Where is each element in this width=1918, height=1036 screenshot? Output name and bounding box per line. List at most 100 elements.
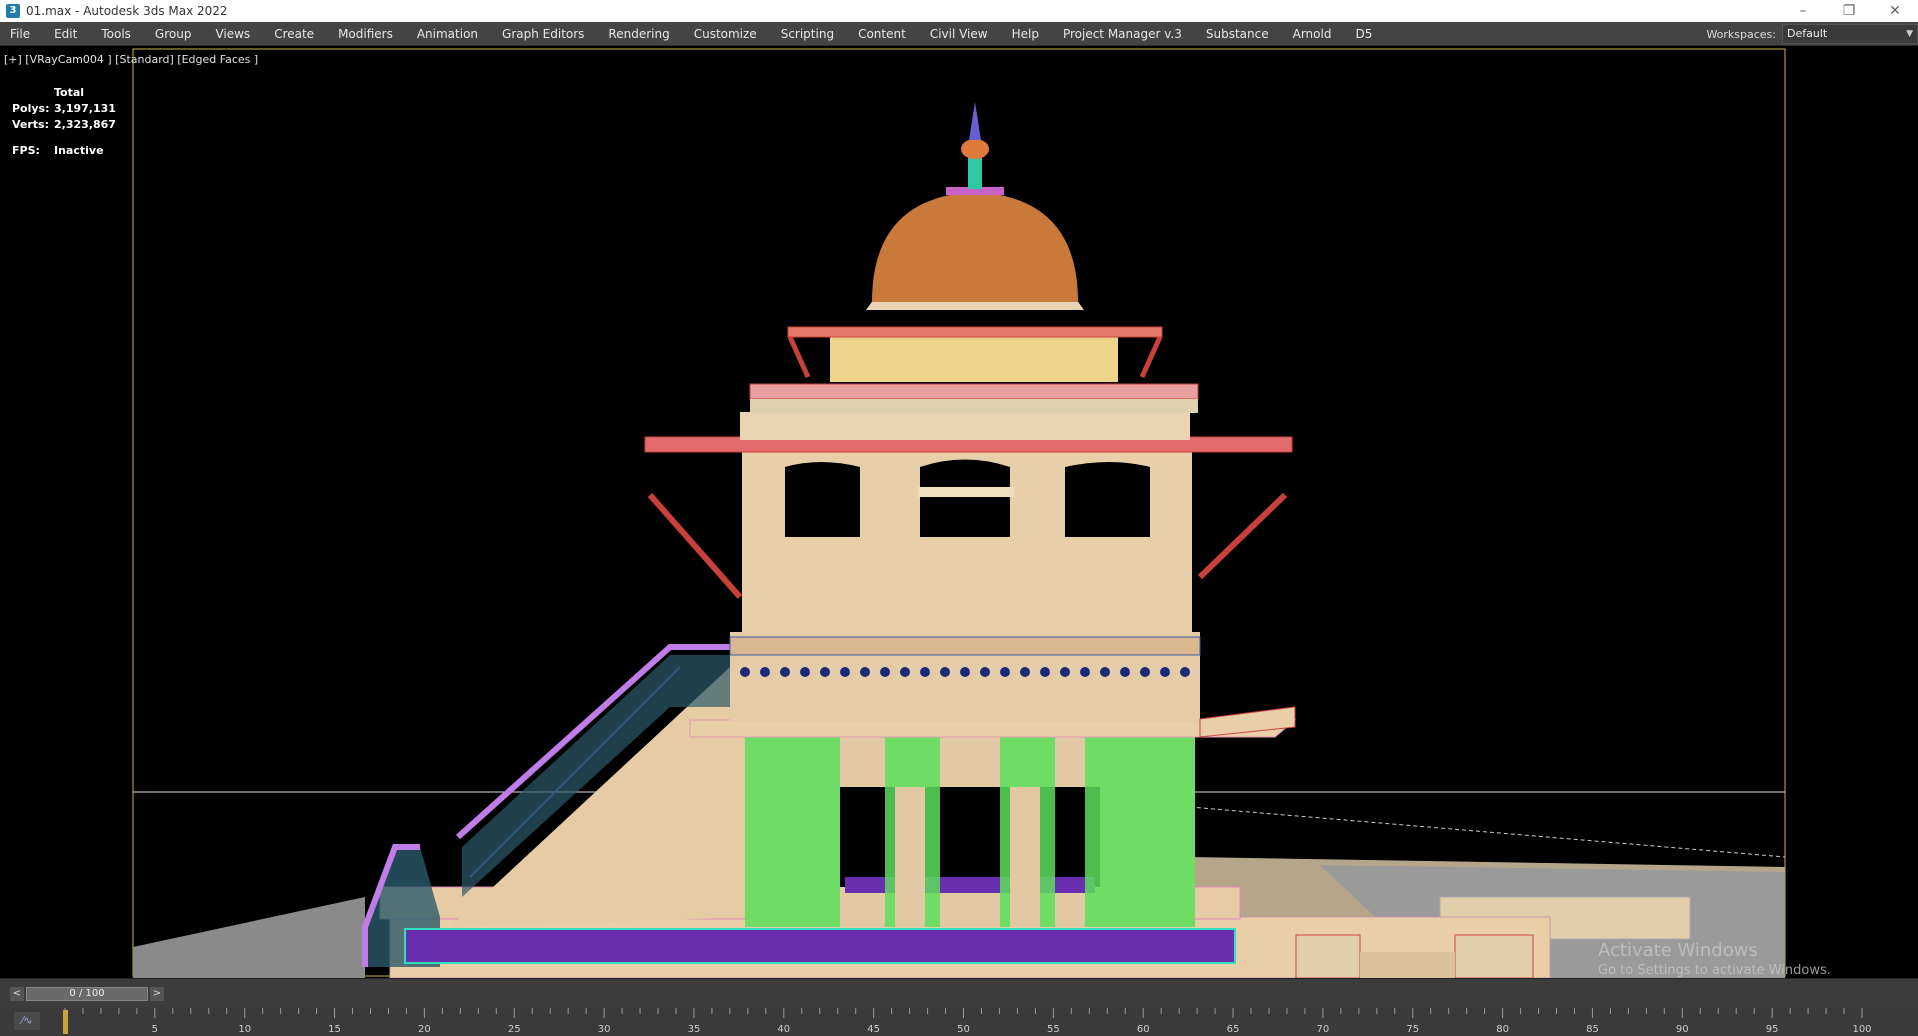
arch-left [785, 462, 860, 537]
menu-substance[interactable]: Substance [1194, 22, 1281, 46]
step-block-1 [1295, 934, 1361, 978]
arch-center-band [918, 487, 1014, 497]
timeline-tick-label: 35 [688, 1024, 701, 1035]
menu-graph-editors[interactable]: Graph Editors [490, 22, 596, 46]
minimize-icon[interactable]: – [1780, 0, 1826, 22]
menu-tools[interactable]: Tools [89, 22, 143, 46]
scene-statistics: Total Polys: 3,197,131 Verts: 2,323,867 FP… [12, 85, 116, 159]
step-middle [1360, 952, 1455, 978]
menu-scripting[interactable]: Scripting [769, 22, 846, 46]
ground-railing [404, 928, 1236, 964]
fps-value: Inactive [54, 144, 104, 157]
verts-label: Verts: [12, 118, 50, 131]
workspace-switcher: Workspaces: Default ▼ [1706, 22, 1918, 46]
timeline-tick-label: 60 [1137, 1024, 1150, 1035]
timeline-tick-label: 55 [1047, 1024, 1060, 1035]
timeline-tick-label: 65 [1227, 1024, 1240, 1035]
menu-modifiers[interactable]: Modifiers [326, 22, 405, 46]
menu-create[interactable]: Create [262, 22, 326, 46]
timeline-tick-label: 80 [1496, 1024, 1509, 1035]
timeline-tick-label: 100 [1852, 1024, 1871, 1035]
timeline-tick-label: 70 [1317, 1024, 1330, 1035]
menu-civil-view[interactable]: Civil View [918, 22, 1000, 46]
viewport-label[interactable]: [+] [VRayCam004 ] [Standard] [Edged Face… [4, 53, 258, 66]
mid-band [740, 412, 1190, 440]
timeline-tick-label: 20 [418, 1024, 431, 1035]
finial-bulb [961, 139, 989, 159]
finial-stem [968, 155, 982, 189]
window-title: 01.max - Autodesk 3ds Max 2022 [26, 4, 228, 18]
window-controls: – ❐ ✕ [1780, 0, 1918, 22]
menu-customize[interactable]: Customize [682, 22, 769, 46]
title-bar: 3 01.max - Autodesk 3ds Max 2022 – ❐ ✕ [0, 0, 1918, 22]
next-frame-button[interactable]: > [150, 987, 164, 1001]
top-bracket-left [787, 335, 811, 379]
arch-center [920, 459, 1010, 537]
restore-icon[interactable]: ❐ [1826, 0, 1872, 22]
3dsmax-app-icon[interactable]: 3 [6, 4, 20, 18]
step-block-2 [1454, 934, 1534, 978]
workspace-dropdown[interactable]: Default ▼ [1782, 24, 1918, 44]
menu-content[interactable]: Content [846, 22, 918, 46]
menu-project-manager[interactable]: Project Manager v.3 [1051, 22, 1194, 46]
timeline-tick-label: 10 [238, 1024, 251, 1035]
finial-spire [969, 102, 981, 140]
time-slider[interactable]: 0 / 100 [26, 987, 148, 1001]
top-eave [787, 326, 1163, 338]
workspaces-label: Workspaces: [1706, 27, 1776, 41]
top-bracket-right [1139, 335, 1163, 379]
upper-jali [830, 337, 1118, 382]
verts-value: 2,323,867 [54, 118, 116, 131]
prev-frame-button[interactable]: < [10, 987, 24, 1001]
menu-animation[interactable]: Animation [405, 22, 490, 46]
grid-dashed-line [1189, 806, 1786, 858]
activate-windows-watermark: Activate Windows Go to Settings to activ… [1598, 940, 1831, 978]
timeline-tick-label: 45 [867, 1024, 880, 1035]
polys-label: Polys: [12, 102, 50, 115]
timeline-tick-label: 25 [508, 1024, 521, 1035]
balcony-top-band [729, 636, 1201, 656]
dome [872, 192, 1078, 302]
menu-group[interactable]: Group [143, 22, 204, 46]
activate-title: Activate Windows [1598, 940, 1758, 961]
timeline-tick-label: 50 [957, 1024, 970, 1035]
workspace-value: Default [1787, 27, 1828, 40]
timeline-tick-label: 30 [598, 1024, 611, 1035]
track-bar[interactable]: ⁄∿ 5 10 15 20 25 30 35 40 45 50 55 60 65 70 75 80 85 90 95… [0, 1008, 1918, 1036]
menu-edit[interactable]: Edit [42, 22, 89, 46]
eave-bracket-left [647, 493, 743, 599]
scene-render[interactable] [0, 47, 1918, 978]
menu-d5[interactable]: D5 [1343, 22, 1384, 46]
menu-help[interactable]: Help [1000, 22, 1051, 46]
current-frame-marker[interactable] [63, 1010, 68, 1034]
menu-views[interactable]: Views [203, 22, 262, 46]
lower-opening [840, 787, 1100, 887]
time-slider-bar: < 0 / 100 > [0, 978, 1918, 1008]
fps-label: FPS: [12, 144, 40, 157]
timeline-tick-label: 5 [152, 1024, 158, 1035]
timeline-tick-label: 95 [1766, 1024, 1779, 1035]
timeline-tick-label: 40 [777, 1024, 790, 1035]
polys-value: 3,197,131 [54, 102, 116, 115]
timeline-ruler[interactable]: 5 10 15 20 25 30 35 40 45 50 55 60 65 70 75 80 85 90 95 100 [0, 1008, 1918, 1036]
stats-header: Total [54, 86, 85, 99]
menu-bar: File Edit Tools Group Views Create Modif… [0, 22, 1918, 46]
eave-bracket-right [1197, 492, 1288, 580]
chevron-down-icon: ▼ [1906, 29, 1913, 39]
ground-left [133, 897, 365, 978]
balcony-scallops [740, 667, 1190, 677]
close-icon[interactable]: ✕ [1872, 0, 1918, 22]
arch-right [1065, 462, 1150, 537]
menu-rendering[interactable]: Rendering [596, 22, 681, 46]
camera-viewport[interactable]: [+] [VRayCam004 ] [Standard] [Edged Face… [0, 47, 1918, 978]
activate-subtitle: Go to Settings to activate Windows. [1598, 963, 1831, 978]
upper-cornice-band [750, 399, 1198, 413]
timeline-tick-label: 90 [1676, 1024, 1689, 1035]
menu-file[interactable]: File [0, 22, 42, 46]
upper-cornice [749, 383, 1199, 400]
timeline-tick-label: 15 [328, 1024, 341, 1035]
timeline-tick-label: 85 [1586, 1024, 1599, 1035]
timeline-tick-label: 75 [1406, 1024, 1419, 1035]
menu-arnold[interactable]: Arnold [1281, 22, 1344, 46]
lower-opening-rail [845, 877, 1095, 893]
